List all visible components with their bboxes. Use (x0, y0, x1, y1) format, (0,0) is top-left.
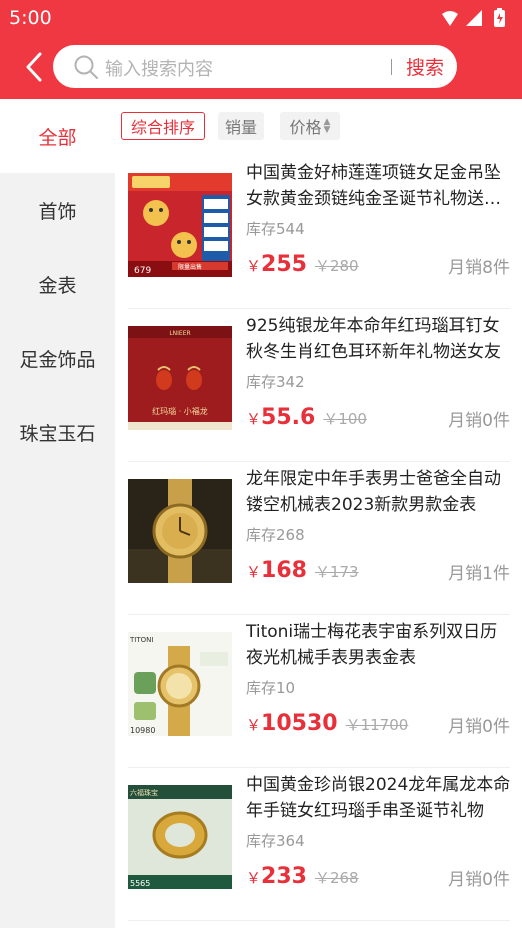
divider (128, 920, 510, 921)
currency-symbol: ￥ (246, 716, 262, 734)
monthly-sales: 月销1件 (448, 564, 510, 584)
signal-icon (466, 10, 482, 26)
product-card[interactable]: TITONI 10980 Titoni瑞士梅花表宇宙系列双日历夜光机械手表男表金… (115, 615, 522, 768)
search-box[interactable]: 输入搜索内容 搜索 (53, 45, 457, 88)
product-price: ￥10530 ￥11700 (246, 711, 408, 736)
thumb-caption-text: 红玛瑙 · 小福龙 (152, 406, 208, 416)
search-divider (391, 59, 392, 75)
thumb-brand-text: TITONI (129, 636, 153, 644)
product-image: 六福珠宝 5565 (128, 785, 232, 889)
product-stock: 库存364 (246, 832, 305, 850)
product-card[interactable]: LNIEER 红玛瑙 · 小福龙 925纯银龙年本命年红玛瑙耳钉女秋冬生肖红色耳… (115, 309, 522, 462)
status-icons (442, 8, 505, 27)
product-card[interactable]: 龙年限定中年手表男士爸爸全自动镂空机械表2023新款男款金表 库存268 ￥16… (115, 462, 522, 615)
thumb-badge-text: 限量出售 (178, 263, 202, 271)
category-sidebar: 全部 首饰 金表 足金饰品 珠宝玉石 (0, 99, 115, 928)
price-value: 10530 (261, 711, 338, 736)
sort-price-button[interactable]: 价格 ▲ ▼ (280, 112, 340, 140)
price-value: 255 (261, 252, 307, 277)
thumb-brand-text: LNIEER (169, 330, 190, 337)
product-title: Titoni瑞士梅花表宇宙系列双日历夜光机械手表男表金表 (246, 622, 498, 668)
currency-symbol: ￥ (246, 563, 262, 581)
product-title: 中国黄金好柿莲莲项链女足金吊坠女款黄金颈链纯金圣诞节礼物送女友 (246, 163, 501, 209)
product-price: ￥233 ￥268 (246, 864, 359, 889)
product-title: 中国黄金珍尚银2024龙年属龙本命年手链女红玛瑙手串圣诞节礼物 (246, 775, 511, 821)
status-bar: 5:00 (0, 0, 522, 36)
app-header: 5:00 输入搜索内容 搜索 (0, 0, 522, 99)
sidebar-item-gold-accessories[interactable]: 足金饰品 (0, 321, 115, 395)
product-stock: 库存10 (246, 679, 296, 697)
monthly-sales: 月销0件 (448, 717, 510, 737)
original-price: ￥173 (314, 563, 359, 581)
original-price: ￥100 (323, 410, 367, 428)
back-arrow-icon[interactable] (20, 50, 50, 84)
monthly-sales: 月销0件 (448, 411, 510, 431)
monthly-sales: 月销0件 (448, 870, 510, 890)
product-title: 925纯银龙年本命年红玛瑙耳钉女秋冬生肖红色耳环新年礼物送女友 (246, 316, 501, 362)
sidebar-item-gold-watch[interactable]: 金表 (0, 247, 115, 321)
original-price: ￥280 (314, 257, 359, 275)
price-value: 233 (261, 864, 307, 889)
sidebar-item-all[interactable]: 全部 (0, 99, 115, 173)
currency-symbol: ￥ (246, 410, 262, 428)
thumb-brand-text: 六福珠宝 (130, 788, 158, 797)
product-image: TITONI 10980 (128, 632, 232, 736)
sidebar-item-jewelry[interactable]: 首饰 (0, 173, 115, 247)
status-time: 5:00 (9, 7, 52, 29)
thumb-price-text: 679 (134, 266, 151, 276)
product-card[interactable]: 限量出售 679 中国黄金好柿莲莲项链女足金吊坠女款黄金颈链纯金圣诞节礼物送女友… (115, 156, 522, 309)
price-value: 55.6 (261, 405, 316, 430)
search-icon (74, 55, 98, 79)
product-price: ￥168 ￥173 (246, 558, 359, 583)
sort-price-label: 价格 (289, 118, 322, 137)
price-value: 168 (261, 558, 307, 583)
wifi-icon (442, 11, 458, 26)
product-price: ￥255 ￥280 (246, 252, 359, 277)
thumb-price-text: 5565 (130, 879, 150, 888)
thumb-price-text: 10980 (130, 726, 155, 735)
sort-comprehensive-button[interactable]: 综合排序 (121, 112, 205, 140)
sidebar-item-gems-jade[interactable]: 珠宝玉石 (0, 395, 115, 469)
sort-arrows-icon: ▲ ▼ (323, 117, 331, 135)
product-stock: 库存268 (246, 526, 305, 544)
currency-symbol: ￥ (246, 869, 262, 887)
product-stock: 库存342 (246, 373, 305, 391)
original-price: ￥268 (314, 869, 359, 887)
sort-bar: 综合排序 销量 价格 ▲ ▼ (115, 99, 522, 154)
product-image: 限量出售 679 (128, 173, 232, 277)
search-input[interactable]: 输入搜索内容 (105, 55, 213, 81)
original-price: ￥11700 (345, 716, 409, 734)
product-image (128, 479, 232, 583)
product-title: 龙年限定中年手表男士爸爸全自动镂空机械表2023新款男款金表 (246, 469, 501, 515)
product-stock: 库存544 (246, 220, 305, 238)
sort-sales-button[interactable]: 销量 (218, 112, 264, 140)
product-price: ￥55.6 ￥100 (246, 405, 367, 430)
currency-symbol: ￥ (246, 257, 262, 275)
product-image: LNIEER 红玛瑙 · 小福龙 (128, 326, 232, 430)
product-card[interactable]: 六福珠宝 5565 中国黄金珍尚银2024龙年属龙本命年手链女红玛瑙手串圣诞节礼… (115, 768, 522, 921)
search-button[interactable]: 搜索 (406, 53, 444, 80)
monthly-sales: 月销8件 (448, 258, 510, 278)
